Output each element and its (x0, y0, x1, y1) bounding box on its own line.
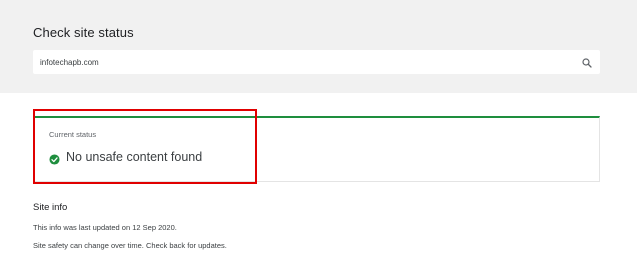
search-input[interactable] (40, 50, 560, 74)
highlight-annotation-box (33, 109, 257, 184)
last-updated-text: This info was last updated on 12 Sep 202… (33, 223, 177, 232)
page: Check site status Current status No unsa… (0, 0, 637, 264)
page-title: Check site status (33, 25, 134, 40)
site-info-title: Site info (33, 202, 68, 213)
header-area: Check site status (0, 0, 637, 93)
search-box[interactable] (33, 50, 600, 74)
safety-note-text: Site safety can change over time. Check … (33, 241, 227, 250)
search-icon[interactable] (581, 56, 593, 68)
